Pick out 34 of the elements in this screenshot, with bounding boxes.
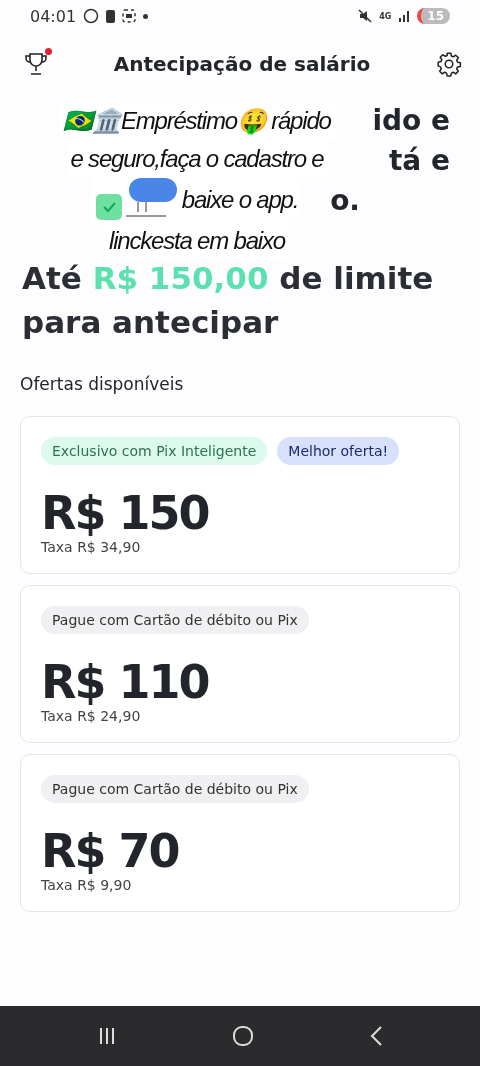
caption-text: 🇧🇷🏛Empréstimo🤑 rápido (63, 106, 331, 137)
mute-icon (358, 9, 373, 23)
page-title: Antecipação de salário (113, 52, 371, 76)
limit-headline: Até R$ 150,00 de limite para antecipar (21, 259, 435, 342)
section-title: Ofertas disponíveis (19, 374, 185, 394)
offer-tag: Pague com Cartão de débito ou Pix (41, 775, 309, 803)
battery-level: 15 (417, 8, 450, 24)
caption-text: baixe o app. (181, 185, 299, 215)
offer-fee: Taxa R$ 24,90 (41, 708, 142, 724)
offer-fee: Taxa R$ 34,90 (41, 539, 142, 555)
home-icon[interactable] (232, 1025, 254, 1047)
dot-icon (143, 13, 149, 19)
offer-card[interactable]: Exclusivo com Pix Inteligente Melhor oferta! R$ 150 Taxa R$ 34,90 (20, 416, 460, 574)
offer-card[interactable]: Pague com Cartão de débito ou Pix R$ 70 Taxa R$ 9,90 (20, 754, 460, 912)
settings-icon[interactable] (436, 51, 462, 77)
offer-amount: R$ 150 (41, 487, 210, 539)
status-time: 04:01 (30, 6, 77, 26)
signal-icon (398, 10, 411, 22)
offer-amount: R$ 70 (41, 825, 180, 877)
offer-tag: Exclusivo com Pix Inteligente (41, 437, 268, 465)
network-label: 4G (379, 11, 392, 21)
back-icon[interactable] (368, 1025, 383, 1047)
offer-amount: R$ 110 (41, 656, 210, 708)
caption-text: e seguro,faça o cadastro e (70, 144, 324, 174)
caption-text: linckesta em baixo (109, 226, 285, 256)
offer-tag: Melhor oferta! (277, 437, 400, 465)
intro-text-fragment: ido e (372, 104, 450, 137)
intro-text-fragment: o. (330, 184, 360, 217)
intro-text-fragment: tá e (388, 144, 450, 177)
offer-tag: Pague com Cartão de débito ou Pix (41, 606, 309, 634)
offer-fee: Taxa R$ 9,90 (41, 877, 133, 893)
screenshot-icon (122, 9, 137, 23)
trophy-icon[interactable] (24, 51, 48, 77)
offer-card[interactable]: Pague com Cartão de débito ou Pix R$ 110 Taxa R$ 24,90 (20, 585, 460, 743)
